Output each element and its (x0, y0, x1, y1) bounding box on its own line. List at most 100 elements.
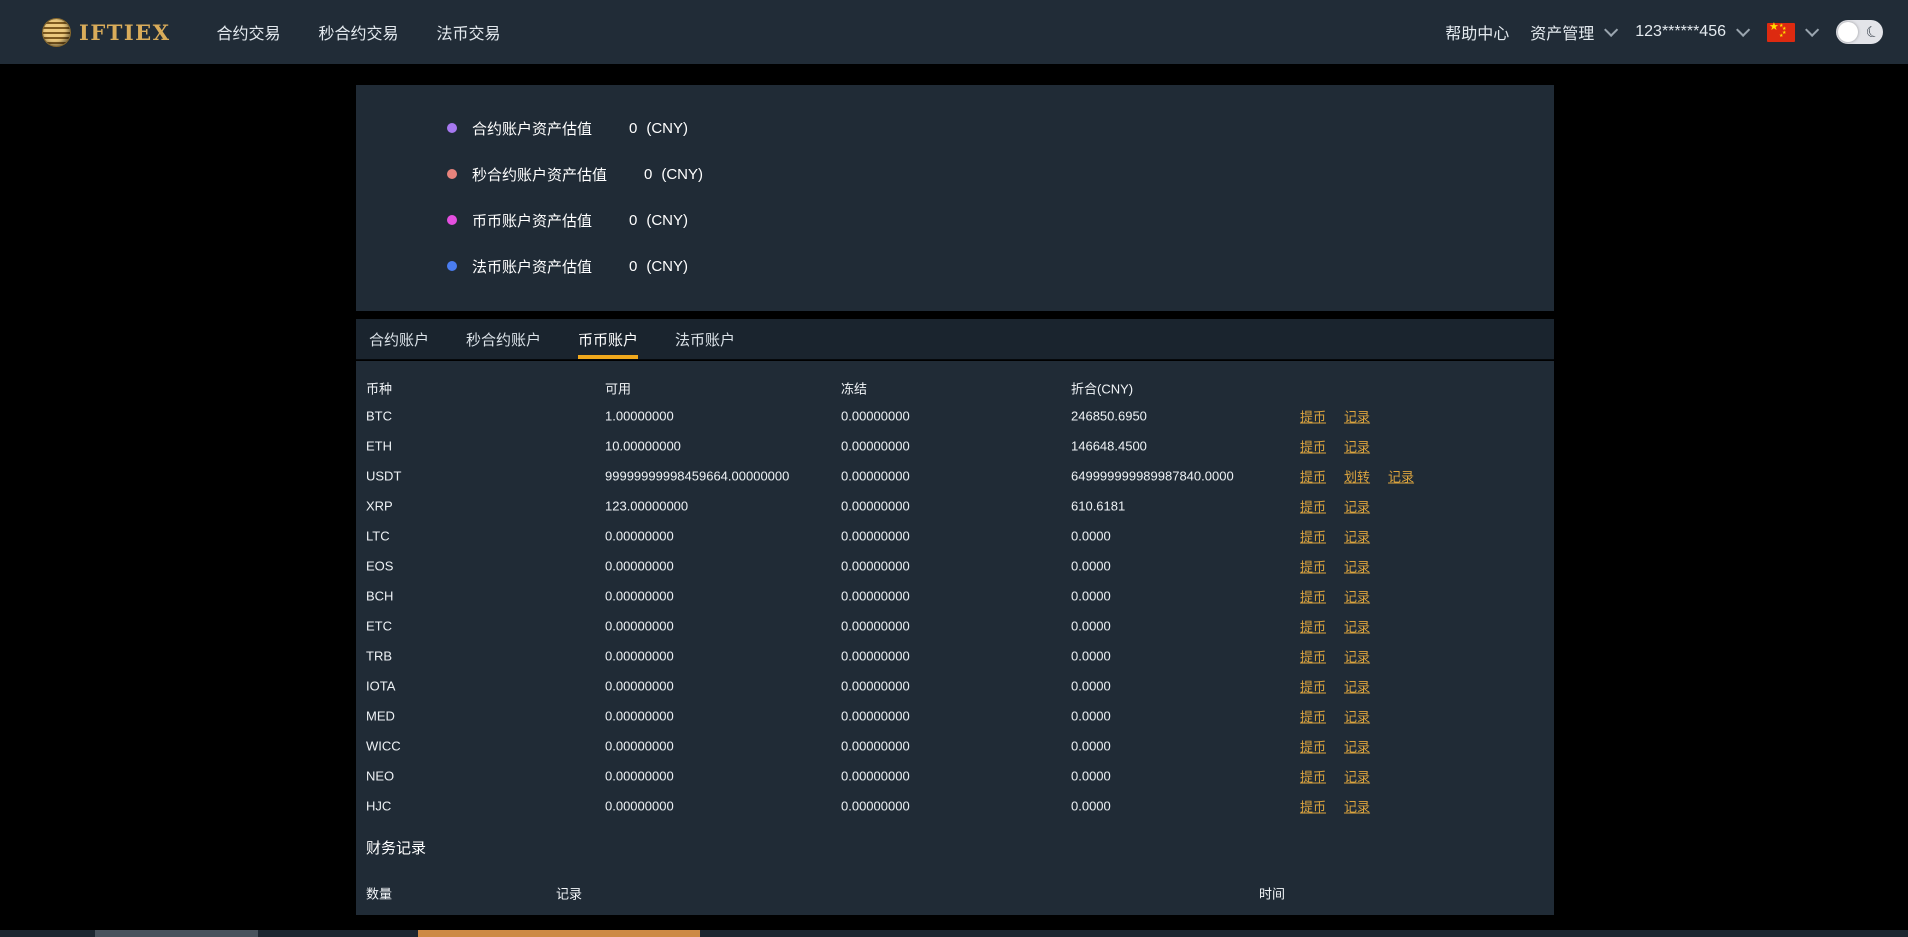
withdraw-link[interactable]: 提币 (1300, 467, 1326, 486)
cell-actions: 提币 记录 (1300, 617, 1370, 636)
cell-actions: 提币 记录 (1300, 497, 1370, 516)
cell-available: 99999999998459664.00000000 (605, 468, 790, 484)
withdraw-link[interactable]: 提币 (1300, 407, 1326, 426)
record-link[interactable]: 记录 (1344, 497, 1370, 516)
nav-item-1[interactable]: 秒合约交易 (319, 20, 399, 44)
record-link[interactable]: 记录 (1344, 557, 1370, 576)
language-menu[interactable]: ★ ★ ★ ★ ★ (1767, 21, 1820, 42)
cell-actions: 提币 记录 (1300, 767, 1370, 786)
asset-summary-panel: 合约账户资产估值 0 (CNY) 秒合约账户资产估值 0 (CNY) 币币账户资产估值 0 (C… (356, 85, 1554, 311)
theme-toggle[interactable]: ☾ (1836, 20, 1883, 44)
summary-unit: (CNY) (646, 211, 689, 229)
summary-dot-icon (447, 261, 457, 271)
nav-item-0[interactable]: 合约交易 (216, 20, 280, 44)
cell-available: 0.00000000 (605, 558, 674, 574)
record-link[interactable]: 记录 (1344, 617, 1370, 636)
footer-strip-gray-segment (95, 930, 258, 937)
finance-header-time: 时间 (1259, 886, 1286, 902)
cell-available: 0.00000000 (605, 618, 674, 634)
withdraw-link[interactable]: 提币 (1300, 737, 1326, 756)
cell-cny: 0.0000 (1071, 648, 1111, 664)
record-link[interactable]: 记录 (1344, 767, 1370, 786)
cell-actions: 提币 记录 (1300, 437, 1370, 456)
cell-coin: NEO (366, 768, 395, 784)
help-center-link[interactable]: 帮助中心 (1445, 20, 1509, 44)
record-link[interactable]: 记录 (1344, 437, 1370, 456)
record-link[interactable]: 记录 (1344, 677, 1370, 696)
navbar-right: 帮助中心 资产管理 123******456 ★ ★ ★ ★ ★ ☾ (1445, 20, 1883, 44)
asset-management-menu[interactable]: 资产管理 (1530, 20, 1619, 44)
withdraw-link[interactable]: 提币 (1300, 527, 1326, 546)
table-row: EOS 0.00000000 0.00000000 0.0000 提币 记录 (356, 551, 1554, 581)
cell-frozen: 0.00000000 (841, 528, 910, 544)
cell-available: 0.00000000 (605, 648, 674, 664)
finance-table-header: 数量 记录 时间 (356, 879, 1554, 907)
chevron-down-icon (1604, 22, 1619, 37)
cell-cny: 0.0000 (1071, 738, 1111, 754)
cell-cny: 0.0000 (1071, 678, 1111, 694)
table-row: IOTA 0.00000000 0.00000000 0.0000 提币 记录 (356, 671, 1554, 701)
tab-0[interactable]: 合约账户 (369, 319, 429, 359)
record-link[interactable]: 记录 (1344, 797, 1370, 816)
record-link[interactable]: 记录 (1344, 407, 1370, 426)
cell-frozen: 0.00000000 (841, 798, 910, 814)
summary-value: 0 (629, 257, 638, 275)
table-row: MED 0.00000000 0.00000000 0.0000 提币 记录 (356, 701, 1554, 731)
cell-actions: 提币 记录 (1300, 527, 1370, 546)
summary-unit: (CNY) (646, 119, 689, 137)
withdraw-link[interactable]: 提币 (1300, 497, 1326, 516)
cell-actions: 提币 记录 (1300, 797, 1370, 816)
withdraw-link[interactable]: 提币 (1300, 617, 1326, 636)
cell-actions: 提币 记录 (1300, 677, 1370, 696)
table-row: BCH 0.00000000 0.00000000 0.0000 提币 记录 (356, 581, 1554, 611)
cell-available: 0.00000000 (605, 528, 674, 544)
cell-cny: 0.0000 (1071, 588, 1111, 604)
summary-unit: (CNY) (646, 257, 689, 275)
transfer-link[interactable]: 划转 (1344, 467, 1370, 486)
withdraw-link[interactable]: 提币 (1300, 797, 1326, 816)
withdraw-link[interactable]: 提币 (1300, 767, 1326, 786)
record-link[interactable]: 记录 (1344, 527, 1370, 546)
cell-frozen: 0.00000000 (841, 468, 910, 484)
account-tabbar: 合约账户 秒合约账户 币币账户 法币账户 (356, 319, 1554, 360)
withdraw-link[interactable]: 提币 (1300, 677, 1326, 696)
china-flag-icon: ★ ★ ★ ★ ★ (1767, 21, 1795, 42)
wallet-table-body: BTC 1.00000000 0.00000000 246850.6950 提币 记录 ET… (356, 401, 1554, 821)
cell-frozen: 0.00000000 (841, 768, 910, 784)
summary-row-2: 币币账户资产估值 0 (CNY) (356, 197, 1554, 243)
cell-frozen: 0.00000000 (841, 618, 910, 634)
table-row: USDT 99999999998459664.00000000 0.00000000… (356, 461, 1554, 491)
withdraw-link[interactable]: 提币 (1300, 557, 1326, 576)
nav-item-2[interactable]: 法币交易 (437, 20, 501, 44)
tab-3[interactable]: 法币账户 (675, 319, 735, 359)
record-link[interactable]: 记录 (1388, 467, 1414, 486)
summary-label: 币币账户资产估值 (472, 212, 593, 230)
account-menu[interactable]: 123******456 (1635, 22, 1751, 41)
withdraw-link[interactable]: 提币 (1300, 587, 1326, 606)
record-link[interactable]: 记录 (1344, 647, 1370, 666)
withdraw-link[interactable]: 提币 (1300, 647, 1326, 666)
cell-frozen: 0.00000000 (841, 708, 910, 724)
record-link[interactable]: 记录 (1344, 587, 1370, 606)
summary-value: 0 (629, 211, 638, 229)
cell-available: 0.00000000 (605, 798, 674, 814)
record-link[interactable]: 记录 (1344, 707, 1370, 726)
tab-1[interactable]: 秒合约账户 (466, 319, 541, 359)
cell-cny: 649999999989987840.0000 (1071, 468, 1234, 484)
cell-cny: 0.0000 (1071, 528, 1111, 544)
cell-coin: XRP (366, 498, 393, 514)
finance-records-title: 财务记录 (366, 840, 427, 857)
tab-2[interactable]: 币币账户 (578, 319, 638, 359)
cell-cny: 0.0000 (1071, 558, 1111, 574)
cell-available: 123.00000000 (605, 498, 689, 514)
cell-available: 0.00000000 (605, 588, 674, 604)
cell-cny: 610.6181 (1071, 498, 1126, 514)
withdraw-link[interactable]: 提币 (1300, 437, 1326, 456)
record-link[interactable]: 记录 (1344, 737, 1370, 756)
asset-management-label: 资产管理 (1530, 26, 1595, 43)
summary-dot-icon (447, 215, 457, 225)
brand-logo[interactable]: IFTIEX (43, 18, 170, 46)
cell-frozen: 0.00000000 (841, 588, 910, 604)
cell-available: 0.00000000 (605, 708, 674, 724)
withdraw-link[interactable]: 提币 (1300, 707, 1326, 726)
